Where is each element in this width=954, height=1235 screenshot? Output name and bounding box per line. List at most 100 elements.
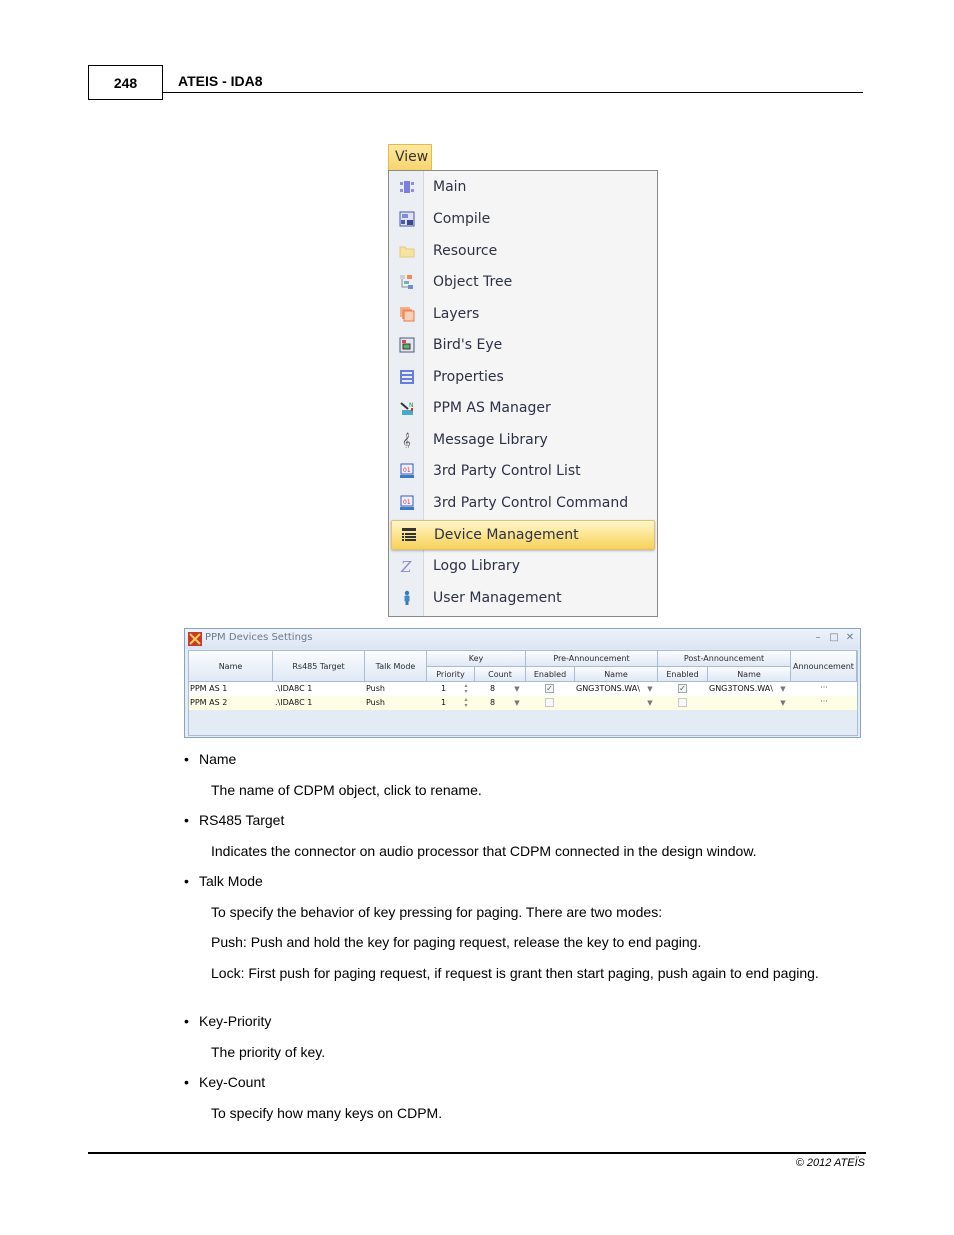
bullet-item: • Talk Mode (184, 873, 263, 889)
menu-item-birds-eye[interactable]: Bird's Eye (389, 330, 657, 360)
menu-item-ppm-as-manager[interactable]: N PPM AS Manager (389, 393, 657, 423)
column-header-rs485-target[interactable]: Rs485 Target (273, 651, 365, 682)
paragraph: The name of CDPM object, click to rename… (211, 782, 482, 798)
paragraph: Indicates the connector on audio process… (211, 843, 757, 859)
cell-rs485-target[interactable]: .\IDA8C 1 (275, 682, 363, 696)
post-name-dropdown-arrow[interactable]: ▼ (778, 696, 788, 710)
menu-item-object-tree[interactable]: Object Tree (389, 267, 657, 297)
bullet-heading: Key-Count (199, 1074, 266, 1090)
menu-item-resource[interactable]: Resource (389, 236, 657, 266)
svg-text:Z: Z (400, 558, 412, 574)
table-row[interactable]: PPM AS 1 .\IDA8C 1 Push 1 ▴ ▾ 8 ▼ ✓ GNG3T… (189, 682, 857, 696)
cell-count[interactable]: 8 (490, 682, 510, 696)
menu-item-device-management[interactable]: Device Management (391, 520, 655, 550)
menu-item-compile[interactable]: Compile (389, 204, 657, 234)
column-header-pre-enabled[interactable]: Enabled (526, 667, 575, 682)
view-menu-tab[interactable]: View (388, 144, 432, 171)
window-title: PPM Devices Settings (205, 632, 313, 643)
cell-post-name[interactable]: GNG3TONS.WA\ (709, 682, 779, 696)
column-header-post-name[interactable]: Name (708, 667, 791, 682)
app-icon (188, 632, 202, 646)
column-header-pre-name[interactable]: Name (575, 667, 658, 682)
menu-item-main[interactable]: Main (389, 172, 657, 202)
menu-item-label: Layers (433, 306, 480, 322)
menu-item-properties[interactable]: Properties (389, 362, 657, 392)
column-header-key-priority[interactable]: Priority (427, 667, 475, 682)
cell-pre-name[interactable]: GNG3TONS.WA\ (576, 682, 646, 696)
main-icon (389, 172, 424, 202)
pre-enabled-checkbox[interactable] (545, 698, 554, 707)
window-title-bar[interactable]: PPM Devices Settings – □ ✕ (185, 629, 860, 649)
pre-enabled-checkbox[interactable]: ✓ (545, 684, 554, 693)
cell-name[interactable]: PPM AS 2 (190, 696, 270, 710)
paragraph: Push: Push and hold the key for paging r… (211, 934, 702, 950)
birds-eye-icon (389, 330, 424, 360)
menu-item-user-management[interactable]: User Management (389, 583, 657, 613)
menu-item-label: Compile (433, 211, 491, 227)
priority-spinner[interactable]: ▴ ▾ (462, 683, 470, 695)
list-icon (392, 520, 425, 550)
table-row[interactable]: PPM AS 2 .\IDA8C 1 Push 1 ▴ ▾ 8 ▼ ▼ ▼ ··· (189, 696, 857, 710)
bullet-heading: Talk Mode (199, 873, 263, 889)
document-title: ATEIS - IDA8 (178, 73, 263, 89)
layers-icon (389, 299, 424, 329)
bullet-heading: Key-Priority (199, 1013, 272, 1029)
menu-item-3rd-party-control-command[interactable]: 01 3rd Party Control Command (389, 488, 657, 518)
menu-item-label: 3rd Party Control List (433, 463, 581, 479)
cell-count[interactable]: 8 (490, 696, 510, 710)
minimize-button[interactable]: – (811, 631, 825, 645)
bullet-dot: • (184, 1013, 189, 1029)
menu-item-layers[interactable]: Layers (389, 299, 657, 329)
menu-item-label: 3rd Party Control Command (433, 495, 629, 511)
column-header-announcement[interactable]: Announcement (791, 651, 857, 682)
bullet-item: • Key-Count (184, 1074, 265, 1090)
count-dropdown-arrow[interactable]: ▼ (512, 696, 522, 710)
bullet-dot: • (184, 751, 189, 767)
column-header-talk-mode[interactable]: Talk Mode (365, 651, 427, 682)
pre-name-dropdown-arrow[interactable]: ▼ (645, 696, 655, 710)
count-dropdown-arrow[interactable]: ▼ (512, 682, 522, 696)
bullet-item: • Key-Priority (184, 1013, 271, 1029)
monitor-icon: 01 (389, 456, 424, 486)
menu-item-message-library[interactable]: 𝄞 Message Library (389, 425, 657, 455)
pre-name-dropdown-arrow[interactable]: ▼ (645, 682, 655, 696)
cell-priority[interactable]: 1 (441, 696, 461, 710)
menu-item-logo-library[interactable]: Z Logo Library (389, 551, 657, 581)
header-divider (163, 92, 863, 93)
column-header-key-count[interactable]: Count (475, 667, 526, 682)
post-name-dropdown-arrow[interactable]: ▼ (778, 682, 788, 696)
column-group-key: Key (427, 651, 526, 667)
svg-text:01: 01 (403, 467, 411, 474)
announcement-ellipsis-button[interactable]: ··· (791, 696, 857, 710)
cell-talk-mode[interactable]: Push (366, 682, 424, 696)
page-number: 248 (88, 65, 163, 100)
close-button[interactable]: ✕ (843, 631, 857, 645)
cell-priority[interactable]: 1 (441, 682, 461, 696)
menu-item-3rd-party-control-list[interactable]: 01 3rd Party Control List (389, 456, 657, 486)
cell-post-name[interactable] (709, 696, 779, 710)
svg-text:𝄞: 𝄞 (402, 432, 411, 448)
maximize-button[interactable]: □ (827, 631, 841, 645)
column-header-post-enabled[interactable]: Enabled (658, 667, 708, 682)
announcement-ellipsis-button[interactable]: ··· (791, 682, 857, 696)
cell-rs485-target[interactable]: .\IDA8C 1 (275, 696, 363, 710)
cell-talk-mode[interactable]: Push (366, 696, 424, 710)
cell-pre-name[interactable] (576, 696, 646, 710)
folder-icon (389, 236, 424, 266)
cell-name[interactable]: PPM AS 1 (190, 682, 270, 696)
microphone-icon: N (389, 393, 424, 423)
treble-clef-icon: 𝄞 (389, 425, 424, 455)
copyright: © 2012 ATEÏS (795, 1157, 865, 1169)
tree-icon (389, 267, 424, 297)
menu-item-label: Resource (433, 243, 498, 259)
post-enabled-checkbox[interactable]: ✓ (678, 684, 687, 693)
menu-item-label: PPM AS Manager (433, 400, 551, 416)
paragraph: To specify the behavior of key pressing … (211, 904, 663, 920)
ppm-devices-settings-window: PPM Devices Settings – □ ✕ Name Rs485 Ta… (184, 628, 861, 738)
paragraph: To specify how many keys on CDPM. (211, 1105, 443, 1121)
post-enabled-checkbox[interactable] (678, 698, 687, 707)
priority-spinner[interactable]: ▴ ▾ (462, 697, 470, 709)
column-header-name[interactable]: Name (189, 651, 273, 682)
bullet-dot: • (184, 812, 189, 828)
compile-icon (389, 204, 424, 234)
